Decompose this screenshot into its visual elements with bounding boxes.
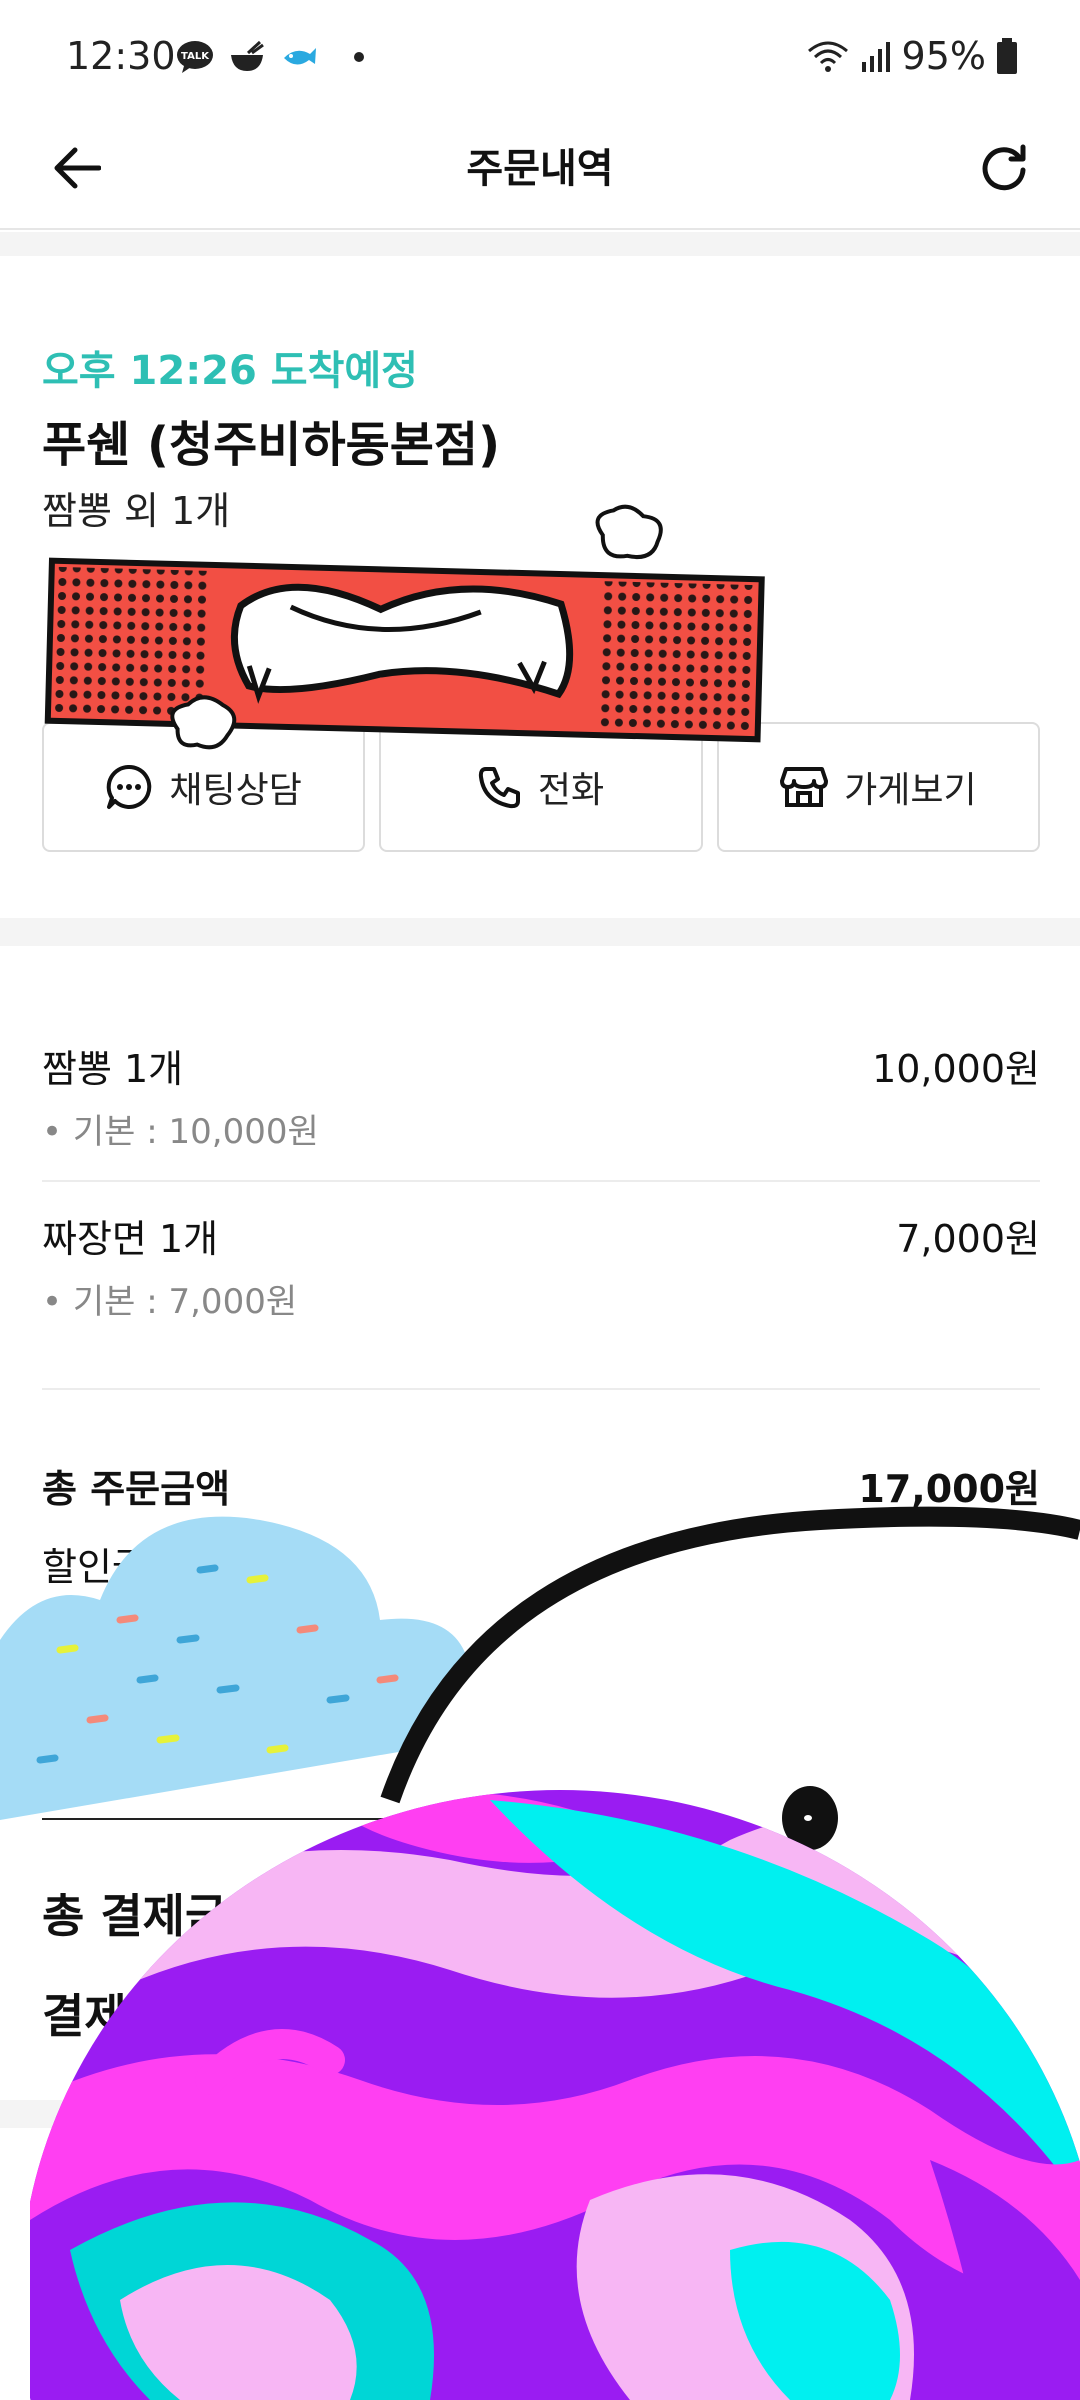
order-item: 짬뽕 1개 10,000원 • 기본 : 10,000원 [42,1038,1040,1152]
call-button-label: 전화 [537,770,605,811]
bowl-icon [231,40,264,71]
item-divider [42,1180,1040,1182]
battery-percent: 95% [901,34,986,78]
total-order-label: 총 주문금액 [42,1467,231,1511]
status-bar: 12:30 TALK 95% [0,0,1080,120]
section-separator [0,918,1080,946]
marble-ball-sticker [30,1790,1080,2400]
wifi-icon [807,41,848,72]
section-separator [0,232,1080,256]
phone-icon [478,767,520,809]
notification-icons: TALK [176,40,364,74]
angry-mouth-sticker [44,504,765,750]
item-price: 10,000원 [872,1047,1040,1091]
item-option: • 기본 : 7,000원 [42,1282,298,1322]
order-item: 짜장면 1개 7,000원 • 기본 : 7,000원 [42,1208,1040,1322]
svg-text:TALK: TALK [181,51,210,62]
chat-icon [107,764,152,809]
arrival-eta: 오후 12:26 도착예정 [42,348,418,394]
fish-icon [284,48,316,65]
refresh-icon [982,144,1026,191]
store-icon [780,767,829,807]
store-name: 푸쉔 (청주비하동본점) [42,417,501,473]
system-status: 95% [806,34,1018,78]
item-price: 7,000원 [896,1217,1040,1261]
refresh-button[interactable] [968,132,1040,204]
status-time: 12:30 [66,34,176,78]
chat-button-label: 채팅상담 [169,770,302,811]
item-name: 짜장면 1개 [42,1217,219,1261]
battery-icon [997,38,1017,74]
item-name: 짬뽕 1개 [42,1047,184,1091]
item-option: • 기본 : 10,000원 [42,1112,319,1152]
kakaotalk-icon: TALK [177,41,213,73]
signal-icon [861,42,890,72]
page-title: 주문내역 [466,146,614,192]
store-view-button-label: 가게보기 [844,770,977,811]
items-divider [42,1388,1040,1390]
more-notifications-dot [354,52,364,62]
app-bar: 주문내역 [0,110,1080,230]
